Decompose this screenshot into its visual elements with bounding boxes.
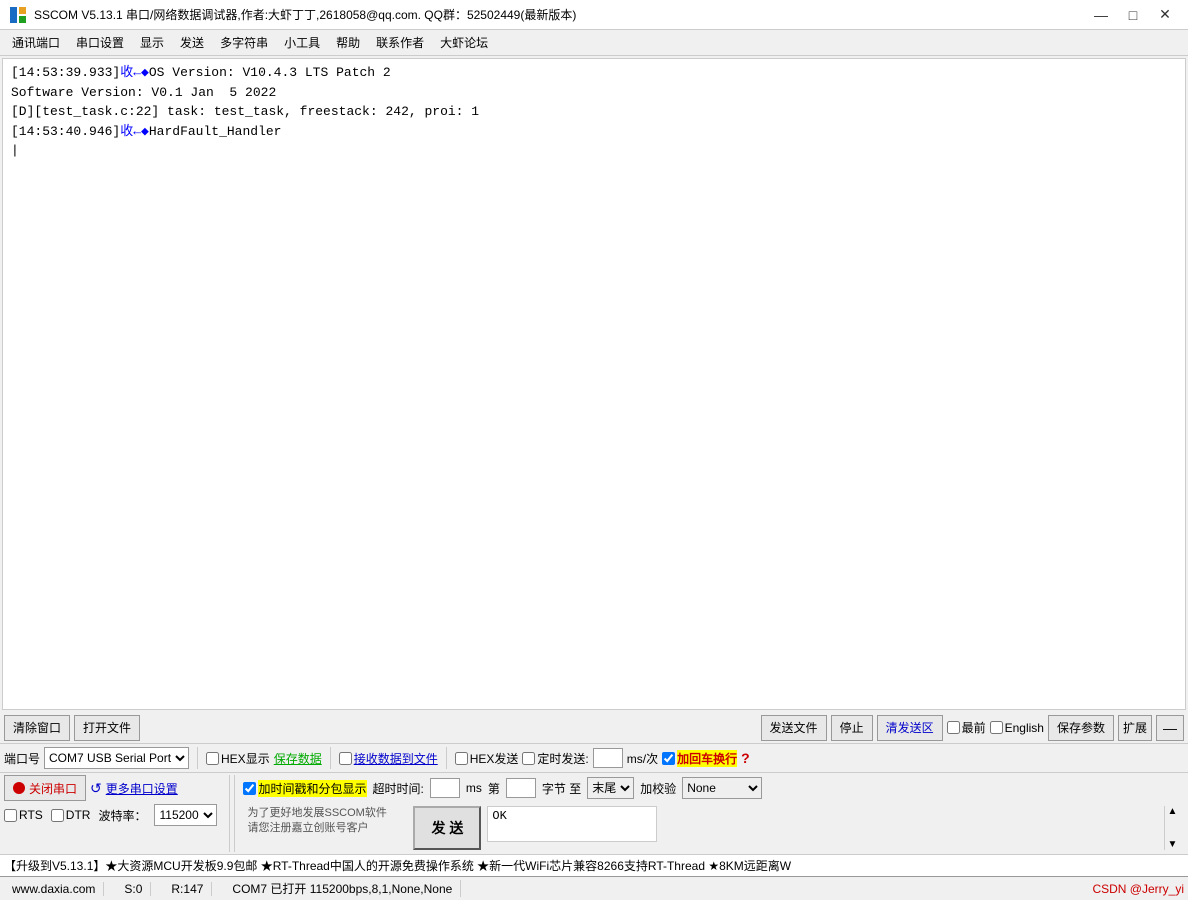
bottom-controls: 清除窗口 打开文件 发送文件 停止 清发送区 最前 English 保存参数 扩… — [0, 712, 1188, 854]
marquee-bar: 【升级到V5.13.1】★大资源MCU开发板9.9包邮 ★RT-Thread中国… — [0, 854, 1188, 876]
ok-scroll-up[interactable]: ▲ — [1165, 806, 1180, 817]
nth-label: 第 — [488, 780, 500, 797]
clear-window-button[interactable]: 清除窗口 — [4, 715, 70, 741]
english-checkbox-label[interactable]: English — [990, 721, 1044, 735]
stop-button[interactable]: 停止 — [831, 715, 873, 741]
rts-dtr-area: RTS DTR 波特率： 960019200384005760011520023… — [4, 804, 217, 826]
menu-item-通讯端口[interactable]: 通讯端口 — [4, 32, 68, 53]
port-row: 端口号 COM7 USB Serial PortCOM1COM2COM3 HEX… — [0, 744, 1188, 773]
timestamp-checkbox[interactable] — [243, 782, 256, 795]
english-checkbox[interactable] — [990, 721, 1003, 734]
menu-item-小工具[interactable]: 小工具 — [276, 32, 328, 53]
last-checkbox[interactable] — [947, 721, 960, 734]
port-select[interactable]: COM7 USB Serial PortCOM1COM2COM3 — [44, 747, 189, 769]
minus-button[interactable]: — — [1156, 715, 1184, 741]
dtr-checkbox[interactable] — [51, 809, 64, 822]
divider2 — [330, 747, 331, 769]
save-params-button[interactable]: 保存参数 — [1048, 715, 1114, 741]
menu-item-发送[interactable]: 发送 — [172, 32, 212, 53]
recv-to-file-checkbox[interactable] — [339, 752, 352, 765]
to-select[interactable]: 末尾 — [587, 777, 634, 799]
restore-button[interactable]: □ — [1118, 5, 1148, 25]
expand-button[interactable]: 扩展 — [1118, 715, 1152, 741]
timer-send-label[interactable]: 定时发送: — [522, 750, 588, 767]
question-icon[interactable]: ? — [741, 750, 750, 766]
last-checkbox-label[interactable]: 最前 — [947, 719, 986, 736]
add-cr-label[interactable]: 加回车换行 — [662, 750, 737, 767]
minimize-button[interactable]: — — [1086, 5, 1116, 25]
baud-label: 波特率： — [98, 807, 146, 824]
status-bar: www.daxia.com S:0 R:147 COM7 已打开 115200b… — [0, 876, 1188, 900]
byte-label: 字节 至 — [542, 780, 581, 797]
left-config: 关闭串口 ↺ 更多串口设置 RTS DTR 波特率： — [4, 775, 225, 852]
terminal-content: [14:53:39.933]收←◆OS Version: V10.4.3 LTS… — [11, 63, 1177, 161]
refresh-icon[interactable]: ↺ — [90, 780, 102, 797]
open-file-button[interactable]: 打开文件 — [74, 715, 140, 741]
ms-label: ms/次 — [627, 750, 658, 767]
dtr-label[interactable]: DTR — [51, 808, 91, 822]
timeout-input[interactable]: 20 — [430, 778, 460, 798]
title-bar: SSCOM V5.13.1 串口/网络数据调试器,作者:大虾丁丁,2618058… — [0, 0, 1188, 30]
ok-input-wrapper: ▲ ▼ — [487, 806, 1180, 850]
menu-item-帮助[interactable]: 帮助 — [328, 32, 368, 53]
clear-send-button[interactable]: 清发送区 — [877, 715, 943, 741]
send-file-button[interactable]: 发送文件 — [761, 715, 827, 741]
menu-item-显示[interactable]: 显示 — [132, 32, 172, 53]
timer-value-input[interactable]: 10 — [593, 748, 623, 768]
ctrl-row1: 清除窗口 打开文件 发送文件 停止 清发送区 最前 English 保存参数 扩… — [0, 712, 1188, 744]
hex-display-checkbox[interactable] — [206, 752, 219, 765]
marquee-text: 【升级到V5.13.1】★大资源MCU开发板9.9包邮 ★RT-Thread中国… — [4, 857, 791, 874]
menu-item-多字符串[interactable]: 多字符串 — [212, 32, 276, 53]
timestamp-row: 加时间戳和分包显示 超时时间: 20 ms 第 1 字节 至 末尾 加校验 No… — [243, 775, 1184, 801]
ok-scroll-down[interactable]: ▼ — [1165, 839, 1180, 850]
hex-display-label[interactable]: HEX显示 — [206, 750, 270, 767]
title-controls: — □ ✕ — [1086, 5, 1180, 25]
nth-input[interactable]: 1 — [506, 778, 536, 798]
divider4 — [229, 775, 230, 852]
red-indicator — [13, 782, 25, 794]
baud-select[interactable]: 9600192003840057600115200230400 — [154, 804, 217, 826]
rts-checkbox[interactable] — [4, 809, 17, 822]
rts-label[interactable]: RTS — [4, 808, 43, 822]
port-label: 端口号 — [4, 750, 40, 767]
title-left: SSCOM V5.13.1 串口/网络数据调试器,作者:大虾丁丁,2618058… — [8, 5, 576, 25]
menu-bar: 通讯端口串口设置显示发送多字符串小工具帮助联系作者大虾论坛 — [0, 30, 1188, 56]
add-cr-checkbox[interactable] — [662, 752, 675, 765]
recv-to-file-label[interactable]: 接收数据到文件 — [339, 750, 438, 767]
ok-scrollbar: ▲ ▼ — [1164, 806, 1180, 850]
close-button[interactable]: ✕ — [1150, 5, 1180, 25]
divider1 — [197, 747, 198, 769]
menu-item-大虾论坛[interactable]: 大虾论坛 — [432, 32, 496, 53]
send-area-full: 为了更好地发展SSCOM软件 请您注册嘉立创账号客户 发 送 ▲ ▼ — [243, 804, 1184, 852]
s-status: S:0 — [116, 882, 151, 896]
hex-send-checkbox[interactable] — [455, 752, 468, 765]
hex-send-label[interactable]: HEX发送 — [455, 750, 519, 767]
right-config: 加时间戳和分包显示 超时时间: 20 ms 第 1 字节 至 末尾 加校验 No… — [234, 775, 1184, 852]
r-status: R:147 — [163, 882, 212, 896]
main-area: [14:53:39.933]收←◆OS Version: V10.4.3 LTS… — [0, 56, 1188, 900]
save-data-btn[interactable]: 保存数据 — [274, 750, 322, 767]
timestamp-label[interactable]: 加时间戳和分包显示 — [243, 780, 366, 797]
port-ctrl-area: 关闭串口 ↺ 更多串口设置 — [4, 775, 217, 801]
divider3 — [446, 747, 447, 769]
more-settings-link[interactable]: 更多串口设置 — [106, 780, 178, 797]
timer-send-checkbox[interactable] — [522, 752, 535, 765]
csdn-label: CSDN @Jerry_yi — [1092, 882, 1184, 896]
checksum-label: 加校验 — [640, 780, 676, 797]
menu-item-联系作者[interactable]: 联系作者 — [368, 32, 432, 53]
ok-input[interactable] — [487, 806, 657, 842]
menu-item-串口设置[interactable]: 串口设置 — [68, 32, 132, 53]
app-icon — [8, 5, 28, 25]
close-port-button[interactable]: 关闭串口 — [4, 775, 86, 801]
send-button[interactable]: 发 送 — [413, 806, 481, 850]
website-status: www.daxia.com — [4, 882, 104, 896]
send-note: 为了更好地发展SSCOM软件 请您注册嘉立创账号客户 — [247, 806, 407, 850]
app-title: SSCOM V5.13.1 串口/网络数据调试器,作者:大虾丁丁,2618058… — [34, 6, 576, 23]
checksum-select[interactable]: None — [682, 777, 762, 799]
terminal[interactable]: [14:53:39.933]收←◆OS Version: V10.4.3 LTS… — [2, 58, 1186, 710]
ms-unit: ms — [466, 781, 482, 795]
config-rows: 关闭串口 ↺ 更多串口设置 RTS DTR 波特率： — [0, 773, 1188, 854]
timeout-label: 超时时间: — [373, 780, 424, 797]
port-info-status: COM7 已打开 115200bps,8,1,None,None — [224, 880, 461, 897]
